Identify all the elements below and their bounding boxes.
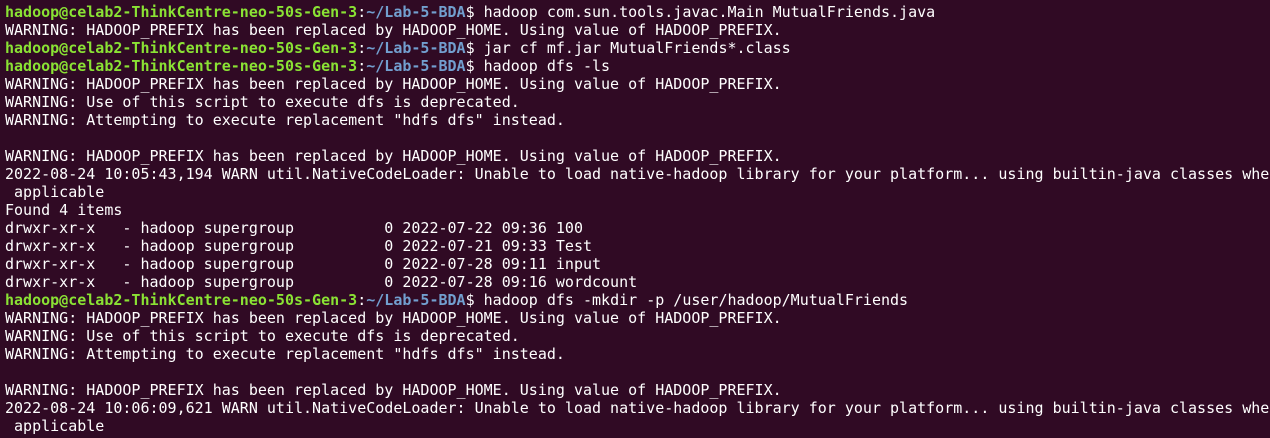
- command-line: hadoop@celab2-ThinkCentre-neo-50s-Gen-3:…: [5, 3, 1270, 21]
- output-line: drwxr-xr-x - hadoop supergroup 0 2022-07…: [5, 237, 1270, 255]
- output-text: WARNING: Use of this script to execute d…: [5, 93, 520, 111]
- prompt-separator: :: [357, 291, 367, 309]
- prompt-symbol: $: [465, 39, 475, 57]
- output-text: WARNING: Attempting to execute replaceme…: [5, 345, 565, 363]
- output-line: applicable: [5, 183, 1270, 201]
- prompt-path: ~/Lab-5-BDA: [366, 39, 466, 57]
- output-text: applicable: [5, 417, 105, 435]
- prompt-user-host: hadoop@celab2-ThinkCentre-neo-50s-Gen-3: [5, 57, 358, 75]
- output-line: WARNING: HADOOP_PREFIX has been replaced…: [5, 147, 1270, 165]
- output-text: WARNING: HADOOP_PREFIX has been replaced…: [5, 75, 782, 93]
- output-text: WARNING: Use of this script to execute d…: [5, 327, 520, 345]
- output-text: drwxr-xr-x - hadoop supergroup 0 2022-07…: [5, 237, 592, 255]
- command-line: hadoop@celab2-ThinkCentre-neo-50s-Gen-3:…: [5, 291, 1270, 309]
- output-line: WARNING: Attempting to execute replaceme…: [5, 111, 1270, 129]
- prompt-symbol: $: [465, 291, 475, 309]
- command-line: hadoop@celab2-ThinkCentre-neo-50s-Gen-3:…: [5, 57, 1270, 75]
- output-line: WARNING: HADOOP_PREFIX has been replaced…: [5, 21, 1270, 39]
- output-text: WARNING: HADOOP_PREFIX has been replaced…: [5, 381, 782, 399]
- output-line: drwxr-xr-x - hadoop supergroup 0 2022-07…: [5, 273, 1270, 291]
- output-text: 2022-08-24 10:05:43,194 WARN util.Native…: [5, 165, 1270, 183]
- output-line: drwxr-xr-x - hadoop supergroup 0 2022-07…: [5, 219, 1270, 237]
- output-line: WARNING: HADOOP_PREFIX has been replaced…: [5, 309, 1270, 327]
- prompt-user-host: hadoop@celab2-ThinkCentre-neo-50s-Gen-3: [5, 3, 358, 21]
- output-line: WARNING: HADOOP_PREFIX has been replaced…: [5, 381, 1270, 399]
- command-text: hadoop dfs -mkdir -p /user/hadoop/Mutual…: [474, 291, 909, 309]
- output-line: WARNING: Attempting to execute replaceme…: [5, 345, 1270, 363]
- terminal-window[interactable]: hadoop@celab2-ThinkCentre-neo-50s-Gen-3:…: [0, 0, 1270, 438]
- output-line: WARNING: Use of this script to execute d…: [5, 93, 1270, 111]
- output-line: applicable: [5, 417, 1270, 435]
- output-text: WARNING: HADOOP_PREFIX has been replaced…: [5, 21, 782, 39]
- prompt-path: ~/Lab-5-BDA: [366, 291, 466, 309]
- output-text: drwxr-xr-x - hadoop supergroup 0 2022-07…: [5, 219, 583, 237]
- output-line: drwxr-xr-x - hadoop supergroup 0 2022-07…: [5, 255, 1270, 273]
- command-line: hadoop@celab2-ThinkCentre-neo-50s-Gen-3:…: [5, 39, 1270, 57]
- output-text: WARNING: Attempting to execute replaceme…: [5, 111, 565, 129]
- prompt-separator: :: [357, 3, 367, 21]
- output-line: 2022-08-24 10:05:43,194 WARN util.Native…: [5, 165, 1270, 183]
- output-line: WARNING: Use of this script to execute d…: [5, 327, 1270, 345]
- output-text: applicable: [5, 183, 105, 201]
- output-line: Found 4 items: [5, 201, 1270, 219]
- output-line: 2022-08-24 10:06:09,621 WARN util.Native…: [5, 399, 1270, 417]
- output-text: drwxr-xr-x - hadoop supergroup 0 2022-07…: [5, 255, 602, 273]
- command-text: jar cf mf.jar MutualFriends*.class: [474, 39, 791, 57]
- prompt-path: ~/Lab-5-BDA: [366, 3, 466, 21]
- output-text: Found 4 items: [5, 201, 123, 219]
- output-text: WARNING: HADOOP_PREFIX has been replaced…: [5, 309, 782, 327]
- prompt-user-host: hadoop@celab2-ThinkCentre-neo-50s-Gen-3: [5, 291, 358, 309]
- prompt-separator: :: [357, 39, 367, 57]
- output-line: WARNING: HADOOP_PREFIX has been replaced…: [5, 75, 1270, 93]
- output-text: 2022-08-24 10:06:09,621 WARN util.Native…: [5, 399, 1270, 417]
- prompt-user-host: hadoop@celab2-ThinkCentre-neo-50s-Gen-3: [5, 39, 358, 57]
- command-text: hadoop dfs -ls: [474, 57, 611, 75]
- output-text: WARNING: HADOOP_PREFIX has been replaced…: [5, 147, 782, 165]
- prompt-path: ~/Lab-5-BDA: [366, 57, 466, 75]
- prompt-symbol: $: [465, 3, 475, 21]
- output-text: drwxr-xr-x - hadoop supergroup 0 2022-07…: [5, 273, 638, 291]
- prompt-symbol: $: [465, 57, 475, 75]
- command-text: hadoop com.sun.tools.javac.Main MutualFr…: [474, 3, 936, 21]
- prompt-separator: :: [357, 57, 367, 75]
